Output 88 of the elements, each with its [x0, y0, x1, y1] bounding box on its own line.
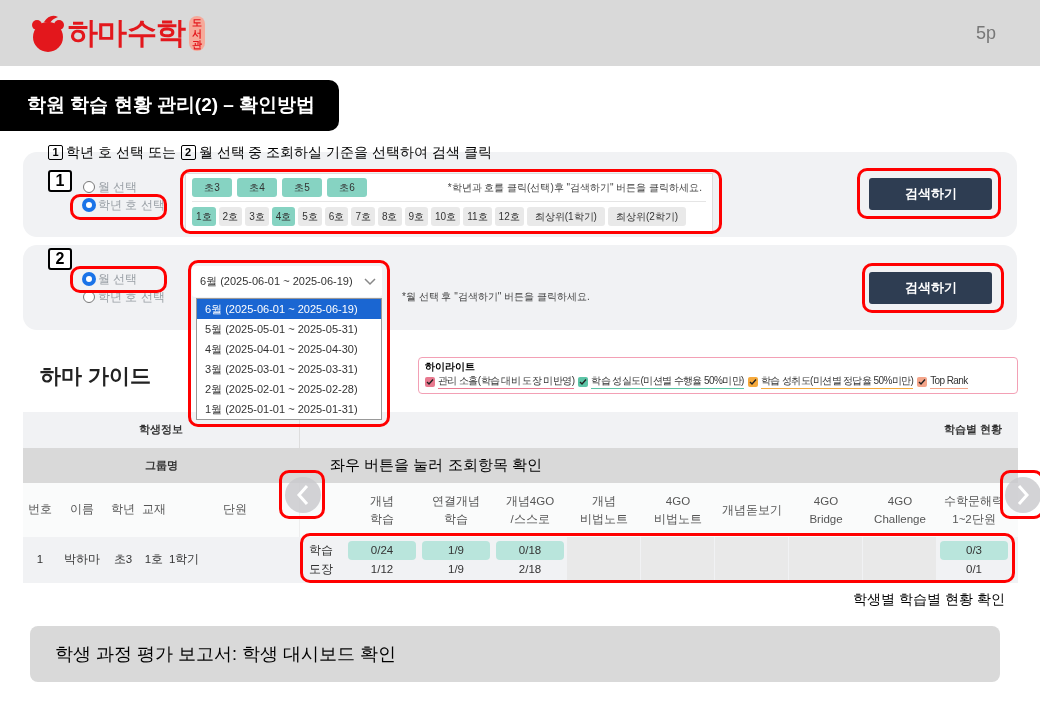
- legend-label: Top Rank: [930, 374, 968, 389]
- radio-button[interactable]: [83, 199, 95, 211]
- checkbox[interactable]: [425, 376, 435, 387]
- grade-chip[interactable]: 초6: [327, 178, 367, 197]
- stamp-count: 0/1: [966, 562, 982, 577]
- row-label: 학습: [309, 543, 334, 558]
- class-chip[interactable]: 10호: [431, 207, 461, 226]
- radio-button[interactable]: [83, 181, 95, 193]
- class-chip[interactable]: 최상위(1학기): [526, 207, 605, 226]
- class-chip[interactable]: 6호: [324, 207, 349, 226]
- row-label: 도장: [309, 562, 334, 577]
- column-header: 단원: [221, 502, 248, 518]
- class-chip[interactable]: 1호: [192, 207, 216, 226]
- class-chip[interactable]: 12호: [494, 207, 524, 226]
- class-chip[interactable]: 최상위(2학기): [607, 207, 687, 226]
- study-count: 1/9: [422, 541, 490, 560]
- select-value: 6월 (2025-06-01 ~ 2025-06-19): [200, 274, 353, 290]
- hint-text: *학년과 호를 클릭(선택)후 "검색하기" 버튼을 클릭하세요.: [447, 181, 702, 195]
- class-chip[interactable]: 7호: [351, 207, 375, 226]
- table-cell-text: 1: [35, 552, 45, 568]
- logo-text: 하마수학: [68, 18, 185, 48]
- class-chip[interactable]: 9호: [404, 207, 429, 226]
- legend-label: 관리 소홀(학습 대비 도장 미반영): [438, 374, 575, 389]
- annotation-text: 학생별 학습별 현황 확인: [853, 589, 1005, 609]
- dropdown-option[interactable]: 6월 (2025-06-01 ~ 2025-06-19): [197, 299, 381, 319]
- radio-label: 월 선택: [98, 271, 138, 288]
- class-chip[interactable]: 2호: [218, 207, 243, 226]
- page-number: 5p: [975, 21, 996, 45]
- section-title: 학원 학습 현황 관리(2) – 확인방법: [27, 93, 316, 118]
- step-badge: 1: [48, 170, 72, 192]
- logo-badge: 도서관: [189, 15, 205, 51]
- note-text: 학생 과정 평가 보고서: 학생 대시보드 확인: [55, 642, 396, 666]
- column-header: 번호: [27, 502, 53, 518]
- class-chip[interactable]: 5호: [298, 207, 322, 226]
- class-chip[interactable]: 3호: [245, 207, 269, 226]
- column-header: 4GO Bridge: [808, 494, 844, 527]
- search-button[interactable]: 검색하기: [869, 272, 992, 304]
- column-header: 개념돋보기: [721, 503, 783, 518]
- checkbox[interactable]: [578, 376, 589, 387]
- column-header: 교재: [141, 502, 167, 518]
- legend-label: 학습 성실도(미션별 수행율 50%미만): [591, 374, 744, 389]
- table-cell-text: 1학기: [169, 552, 201, 568]
- study-count: 0/3: [940, 541, 1008, 560]
- study-count: 0/18: [496, 541, 564, 560]
- search-button[interactable]: 검색하기: [869, 178, 992, 210]
- column-header: 개념 비법노트: [579, 494, 629, 527]
- column-header: 4GO Challenge: [873, 494, 927, 527]
- callout-frame: [279, 470, 325, 519]
- stamp-count: 1/9: [448, 562, 464, 577]
- table-header-cell-text: 학습별 현황: [943, 422, 1003, 438]
- chevron-right-icon: [1016, 484, 1030, 506]
- grade-chip[interactable]: 초3: [192, 178, 232, 197]
- class-chip[interactable]: 8호: [377, 207, 402, 226]
- legend-label: 학습 성취도(미션별 정답율 50%미만): [760, 374, 914, 389]
- stamp-count: 2/18: [518, 562, 542, 577]
- instruction-text: 월 선택 중 조회하실 기준을 선택하여 검색 클릭: [198, 142, 492, 162]
- instruction-text: 학년 호 선택 또는: [66, 142, 176, 162]
- column-header: 4GO 비법노트: [653, 494, 703, 527]
- callout-frame: [1000, 470, 1040, 519]
- radio-button[interactable]: [83, 273, 95, 285]
- column-header: 연결개념 학습: [431, 494, 481, 527]
- radio-label: 월 선택: [98, 179, 138, 196]
- annotation-text: 좌우 버튼을 눌러 조회항목 확인: [330, 455, 542, 476]
- radio-label: 학년 호 선택: [98, 197, 165, 214]
- chevron-left-icon: [296, 484, 310, 506]
- step-badge: 2: [48, 248, 72, 270]
- checkbox[interactable]: [747, 376, 758, 387]
- grade-chip[interactable]: 초4: [237, 178, 277, 197]
- grade-chip[interactable]: 초5: [282, 178, 322, 197]
- legend-title: 하이라이트: [425, 360, 476, 374]
- study-count: 0/24: [348, 541, 416, 560]
- hint-text: *월 선택 후 "검색하기" 버튼을 클릭하세요.: [402, 290, 590, 304]
- column-header: 학년: [110, 502, 136, 518]
- class-chip[interactable]: 4호: [271, 207, 296, 226]
- column-header: 개념 학습: [369, 494, 395, 527]
- logo-icon: [30, 13, 66, 53]
- chevron-down-icon: [364, 277, 376, 286]
- guide-title: 하마 가이드: [40, 363, 151, 387]
- month-select[interactable]: 6월 (2025-06-01 ~ 2025-06-19): [192, 266, 382, 297]
- class-chip[interactable]: 11호: [463, 207, 492, 226]
- checkbox[interactable]: [917, 376, 928, 387]
- table-header-cell-text: 그룹명: [144, 457, 179, 473]
- table-cell-text: 박하마: [63, 552, 101, 568]
- table-cell-text: 1호: [143, 552, 165, 568]
- column-header: 개념4GO /스스로: [504, 494, 556, 527]
- stamp-count: 1/12: [370, 562, 394, 577]
- column-header: 이름: [69, 502, 95, 518]
- table-cell-text: 초3: [112, 552, 134, 568]
